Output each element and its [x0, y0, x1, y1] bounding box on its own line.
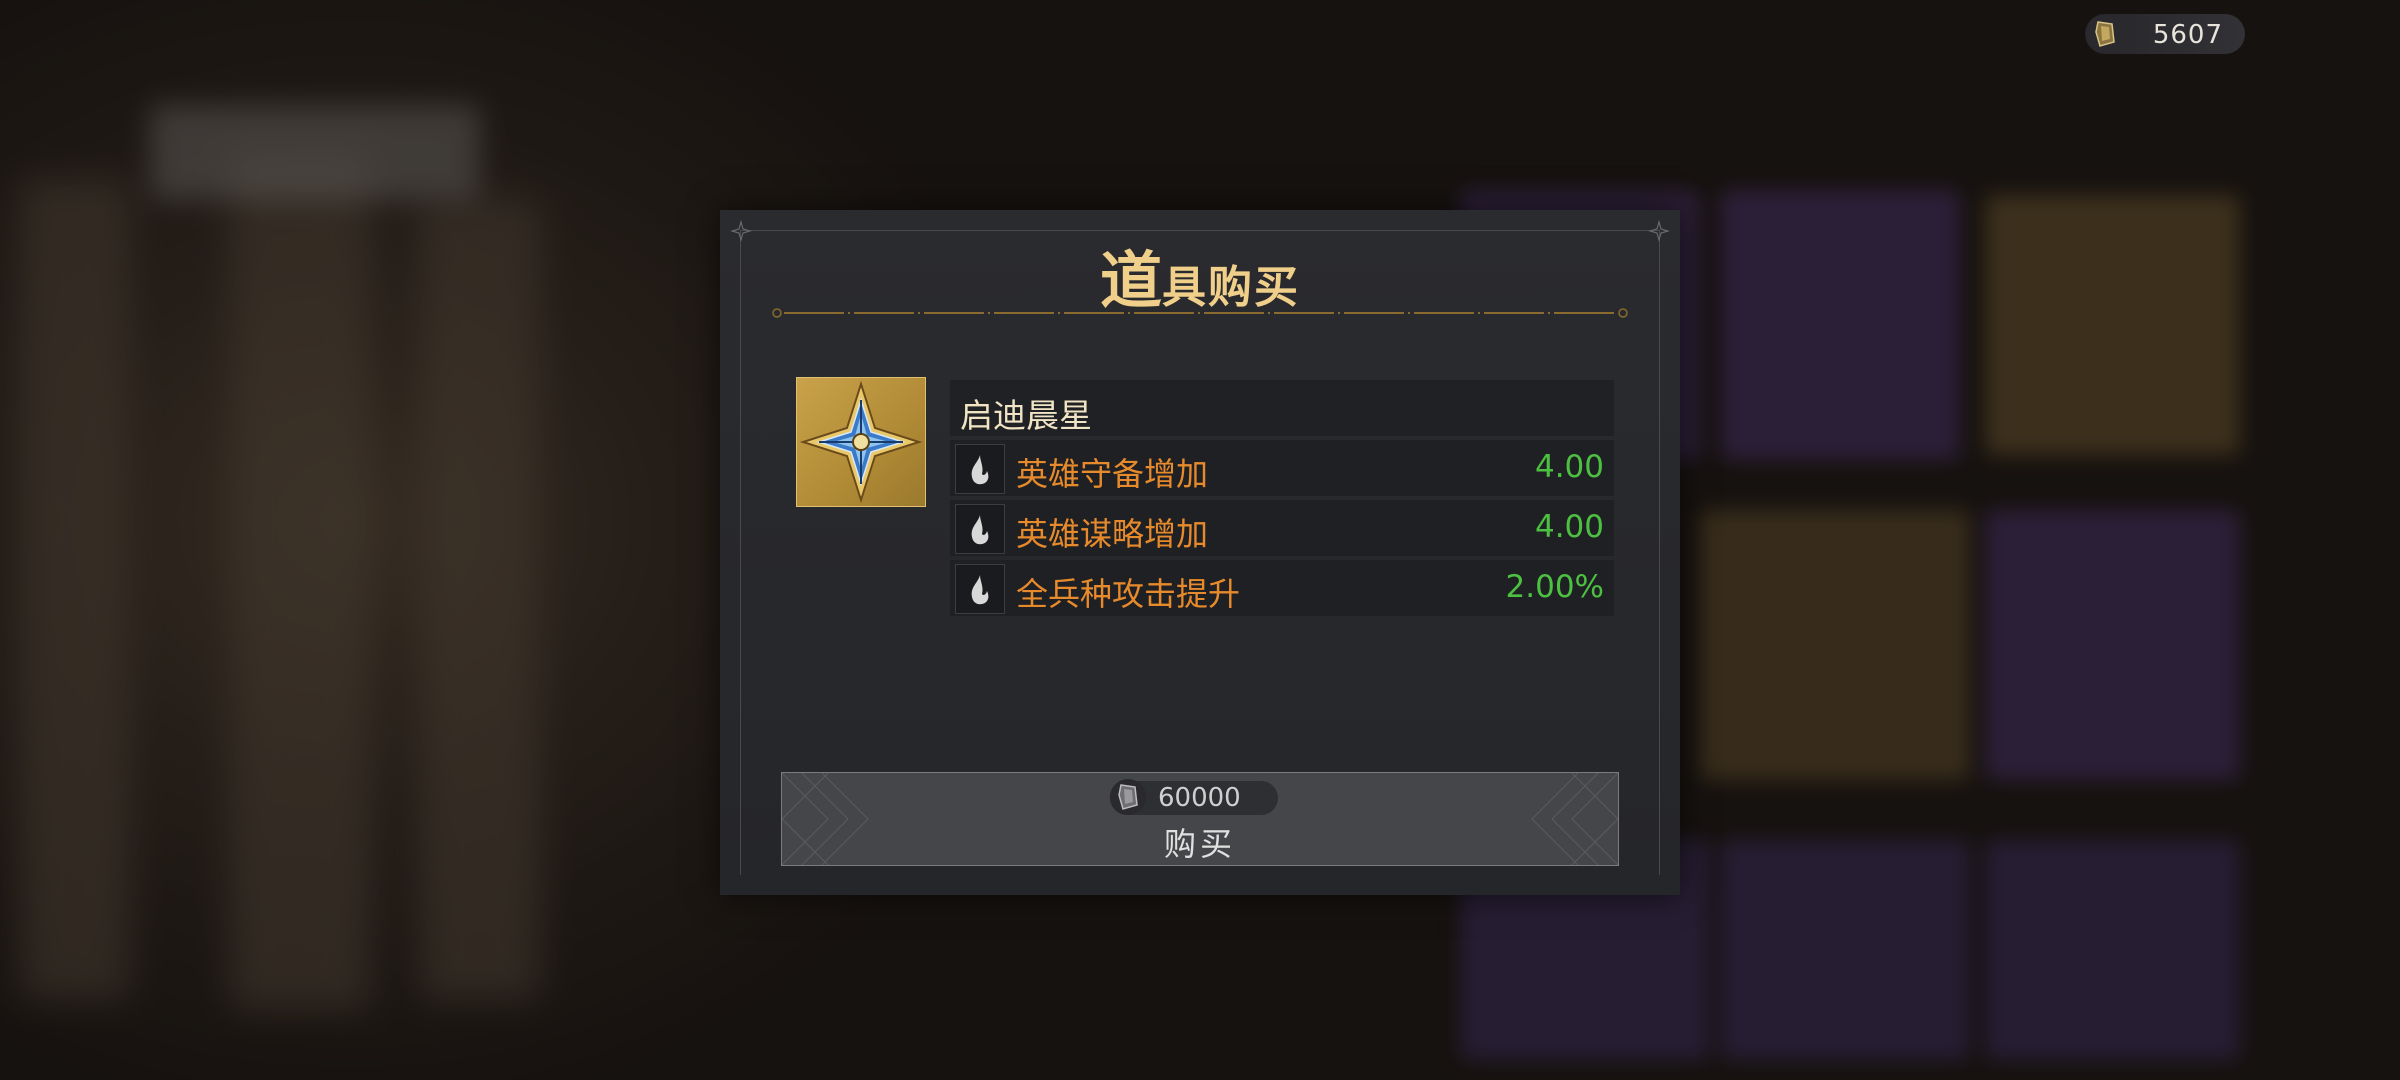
stat-value: 4.00: [1534, 449, 1604, 485]
stat-row: 英雄谋略增加 4.00: [950, 500, 1614, 556]
flame-icon: [955, 504, 1005, 554]
item-purchase-dialog: 道具购买 启迪晨星 英雄守备增加 4.00 英雄谋略增加 4.00 全兵种攻击提…: [720, 210, 1680, 895]
stat-row: 英雄守备增加 4.00: [950, 440, 1614, 496]
stat-label: 英雄谋略增加: [1016, 515, 1209, 553]
buy-button-label: 购买: [1163, 825, 1236, 863]
price-tag: 60000: [1110, 779, 1278, 815]
price-amount: 60000: [1158, 783, 1241, 813]
title-divider: [772, 308, 1628, 318]
buy-button[interactable]: 60000 购买: [781, 772, 1619, 866]
item-image: [796, 377, 926, 507]
game-screen: 5607 道具购买 启迪晨星 英雄守备增加 4.00 英雄谋略增加 4.00 全…: [0, 0, 2400, 1080]
item-name: 启迪晨星: [960, 396, 1092, 435]
crystal-coin-icon: [2086, 15, 2124, 53]
stat-row: 全兵种攻击提升 2.00%: [950, 560, 1614, 616]
currency-display: 5607: [2085, 14, 2245, 54]
flame-icon: [955, 564, 1005, 614]
stat-label: 英雄守备增加: [1016, 455, 1209, 493]
four-point-star-gem-icon: [799, 380, 923, 504]
flame-icon: [955, 444, 1005, 494]
crystal-coin-icon: [1110, 779, 1146, 815]
stat-value: 2.00%: [1505, 569, 1604, 605]
stat-value: 4.00: [1534, 509, 1604, 545]
currency-amount: 5607: [2152, 20, 2223, 50]
item-name-row: 启迪晨星: [950, 380, 1614, 436]
stat-label: 全兵种攻击提升: [1016, 575, 1241, 613]
